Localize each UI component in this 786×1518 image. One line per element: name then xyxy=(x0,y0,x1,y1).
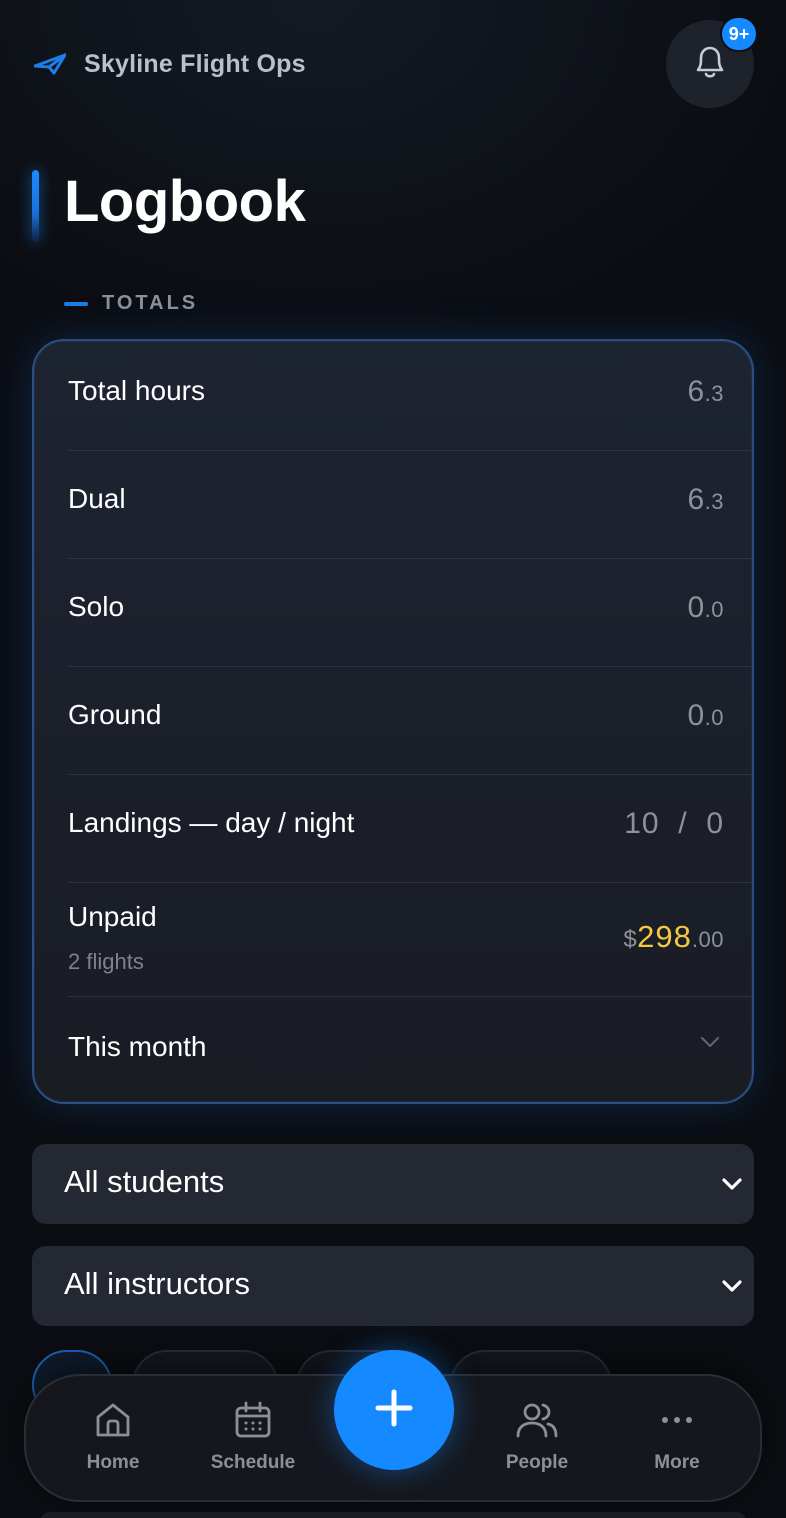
app-header: Skyline Flight Ops 9+ xyxy=(0,0,786,130)
unpaid-decimal: .00 xyxy=(691,927,724,952)
landings-row: Landings — day / night 10 / 0 xyxy=(68,775,752,883)
nav-home[interactable]: Home xyxy=(53,1376,173,1504)
nav-people[interactable]: People xyxy=(477,1376,597,1504)
total-hours-whole: 6 xyxy=(687,375,705,408)
brand: Skyline Flight Ops xyxy=(34,44,306,84)
content-card-peek xyxy=(40,1512,746,1518)
landings-value: 10 / 0 xyxy=(624,807,724,841)
section-header: TOTALS xyxy=(64,292,198,315)
chevron-down-icon xyxy=(700,1035,720,1053)
title-accent-bar xyxy=(32,170,39,242)
instructors-select-value: All instructors xyxy=(64,1266,251,1301)
landings-label: Landings — day / night xyxy=(68,807,355,838)
students-select[interactable]: All students xyxy=(32,1144,754,1224)
plus-icon xyxy=(374,1388,414,1433)
ground-value: 0.0 xyxy=(687,699,724,733)
ground-label: Ground xyxy=(68,699,162,730)
solo-decimal: .0 xyxy=(704,597,724,622)
page-title: Logbook xyxy=(64,169,306,234)
chevron-down-icon xyxy=(716,1172,748,1203)
unpaid-amount: $298.00 xyxy=(623,919,724,955)
solo-row: Solo 0.0 xyxy=(68,559,752,667)
students-select-value: All students xyxy=(64,1164,225,1199)
dual-decimal: .3 xyxy=(704,489,724,514)
notification-badge: 9+ xyxy=(720,16,758,52)
period-label: This month xyxy=(68,1031,207,1062)
solo-whole: 0 xyxy=(687,591,705,624)
unpaid-whole: 298 xyxy=(637,919,692,954)
nav-more[interactable]: More xyxy=(617,1376,737,1504)
total-hours-label: Total hours xyxy=(68,375,205,406)
dual-row: Dual 6.3 xyxy=(68,451,752,559)
landings-day: 10 xyxy=(624,807,660,840)
solo-value: 0.0 xyxy=(687,591,724,625)
unpaid-label: Unpaid xyxy=(68,901,157,932)
unpaid-currency: $ xyxy=(623,926,638,953)
total-hours-row: Total hours 6.3 xyxy=(68,341,752,451)
dual-value: 6.3 xyxy=(687,483,724,517)
more-dots-icon xyxy=(657,1400,697,1445)
unpaid-sub: 2 flights xyxy=(68,949,144,974)
add-button[interactable] xyxy=(334,1350,454,1470)
nav-schedule[interactable]: Schedule xyxy=(193,1376,313,1504)
ground-decimal: .0 xyxy=(704,705,724,730)
dual-whole: 6 xyxy=(687,483,705,516)
ground-row: Ground 0.0 xyxy=(68,667,752,775)
nav-more-label: More xyxy=(654,1452,700,1473)
totals-card: Total hours 6.3 Dual 6.3 Solo 0.0 Ground… xyxy=(32,339,754,1104)
dual-label: Dual xyxy=(68,483,126,514)
ground-whole: 0 xyxy=(687,699,705,732)
chevron-down-icon xyxy=(716,1274,748,1305)
section-dash xyxy=(64,301,88,306)
section-label: TOTALS xyxy=(102,292,199,314)
landings-separator: / xyxy=(678,807,688,840)
period-selector[interactable]: This month xyxy=(68,997,752,1102)
total-hours-decimal: .3 xyxy=(704,381,724,406)
bell-icon xyxy=(693,43,727,86)
instructors-select[interactable]: All instructors xyxy=(32,1246,754,1326)
nav-schedule-label: Schedule xyxy=(210,1452,296,1473)
nav-people-label: People xyxy=(505,1452,569,1473)
people-icon xyxy=(515,1400,559,1445)
home-icon xyxy=(93,1400,133,1445)
paper-plane-icon xyxy=(34,44,66,84)
calendar-icon xyxy=(233,1400,273,1445)
brand-name: Skyline Flight Ops xyxy=(84,49,306,78)
solo-label: Solo xyxy=(68,591,125,622)
landings-night: 0 xyxy=(706,807,724,840)
total-hours-value: 6.3 xyxy=(687,375,724,409)
nav-home-label: Home xyxy=(86,1452,140,1473)
unpaid-row[interactable]: Unpaid 2 flights $298.00 xyxy=(68,883,752,997)
